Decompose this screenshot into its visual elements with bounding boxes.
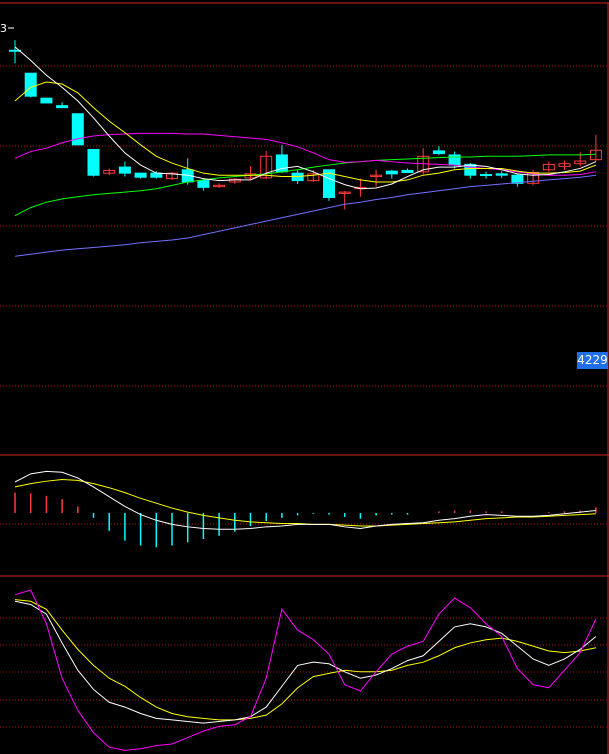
candle-down: [495, 173, 508, 176]
candle-down: [432, 150, 445, 155]
candle-down: [385, 170, 398, 175]
kdj-k-line: [14, 600, 597, 724]
candle-down: [87, 149, 100, 176]
ma30-line: [14, 153, 596, 217]
candle-down: [480, 174, 492, 177]
dif-line: [14, 470, 596, 530]
price-axis-tag: 4229: [577, 352, 608, 369]
candle-down: [40, 97, 53, 104]
kdj-j-line: [14, 589, 597, 751]
corner-label: 3: [0, 22, 7, 35]
candle-down: [56, 105, 69, 109]
stock-chart: [0, 2, 609, 754]
macd-panel: [14, 470, 597, 548]
ma10-line: [14, 81, 597, 183]
kdj-panel: [14, 589, 597, 751]
candle-down: [448, 154, 461, 166]
ma60-line: [14, 174, 596, 257]
candle-down: [401, 169, 414, 173]
dea-line: [14, 479, 596, 527]
candle-down: [134, 172, 147, 178]
candle-down: [197, 180, 210, 188]
ma5-line: [14, 46, 597, 190]
candle-down: [24, 72, 37, 97]
candle-down: [118, 166, 131, 174]
main-panel: [8, 27, 602, 257]
